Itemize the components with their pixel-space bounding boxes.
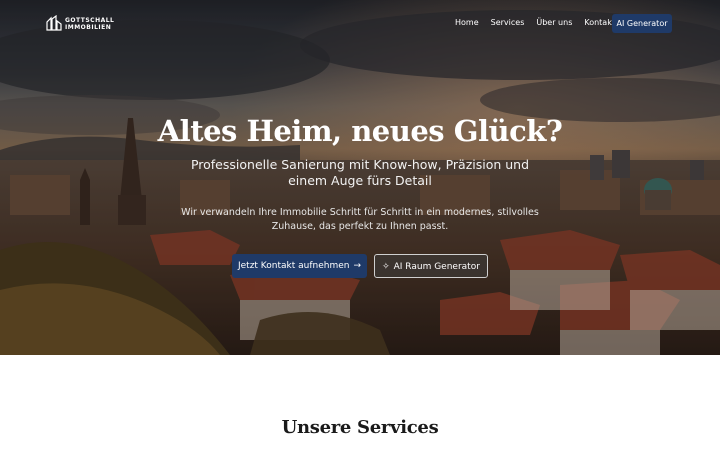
arrow-right-icon: →: [353, 261, 362, 271]
top-navigation: GOTTSCHALL IMMOBILIEN Home Services Über…: [0, 0, 720, 46]
hero-title: Altes Heim, neues Glück?: [157, 114, 563, 148]
hero-section: GOTTSCHALL IMMOBILIEN Home Services Über…: [0, 0, 720, 355]
contact-button[interactable]: Jetzt Kontakt aufnehmen →: [232, 254, 367, 278]
ai-room-generator-button[interactable]: ✧ AI Raum Generator: [374, 254, 488, 278]
contact-button-label: Jetzt Kontakt aufnehmen: [237, 261, 350, 271]
nav-link-services[interactable]: Services: [491, 18, 525, 28]
sparkles-icon: ✧: [382, 262, 390, 272]
building-logo-icon: [46, 15, 62, 31]
brand-name-line1: GOTTSCHALL: [65, 17, 115, 24]
nav-link-kontakt[interactable]: Kontakt: [584, 18, 615, 28]
brand-logo[interactable]: GOTTSCHALL IMMOBILIEN: [46, 15, 116, 35]
nav-link-home[interactable]: Home: [455, 18, 479, 28]
brand-name: GOTTSCHALL IMMOBILIEN: [65, 17, 114, 31]
nav-links: Home Services Über uns Kontakt: [455, 18, 615, 28]
hero-description: Wir verwandeln Ihre Immobilie Schritt fü…: [181, 207, 539, 232]
ai-room-generator-label: AI Raum Generator: [393, 262, 480, 272]
services-heading: Unsere Services: [281, 417, 439, 438]
hero-subtitle: Professionelle Sanierung mit Know-how, P…: [190, 157, 530, 188]
ai-generator-nav-button[interactable]: AI Generator: [612, 14, 672, 33]
brand-name-line2: IMMOBILIEN: [65, 24, 112, 31]
nav-link-ueber-uns[interactable]: Über uns: [536, 18, 572, 28]
